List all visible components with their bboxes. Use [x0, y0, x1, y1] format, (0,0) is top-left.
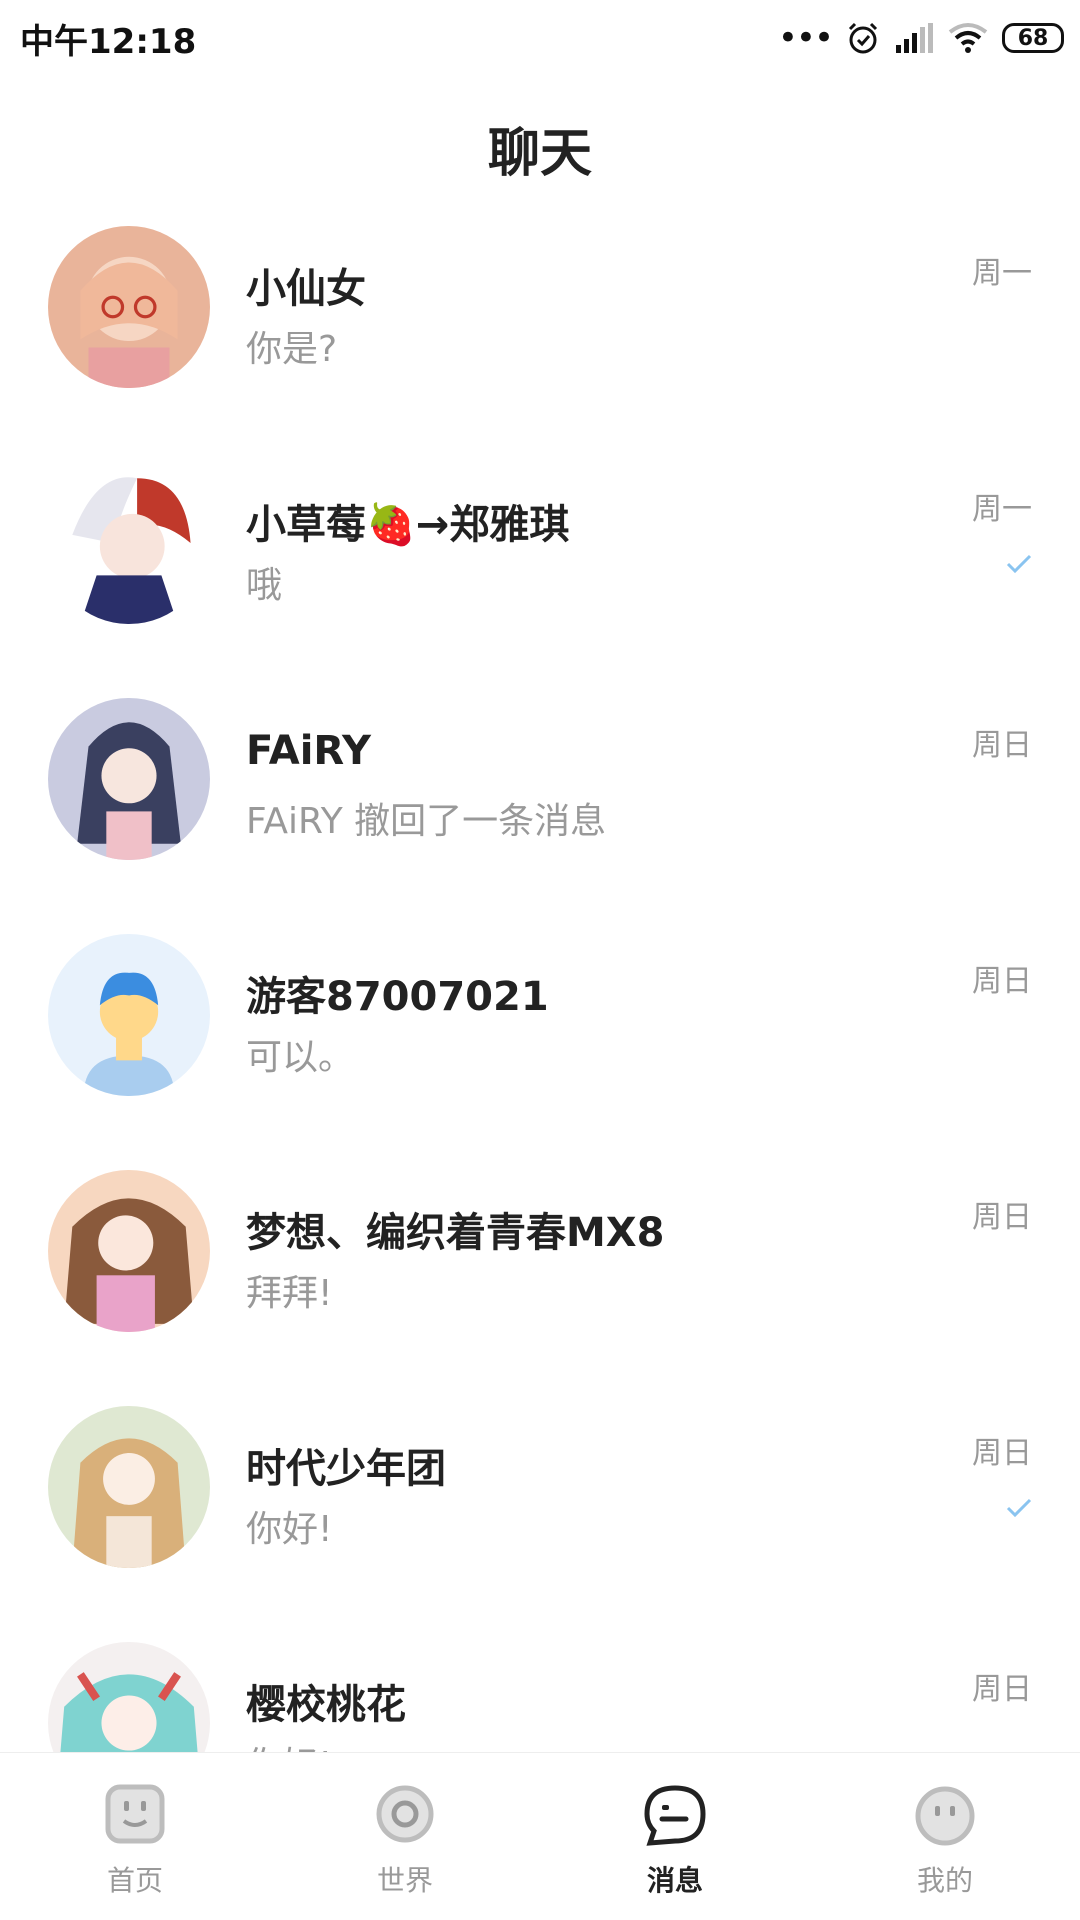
nav-home[interactable]: 首页: [0, 1753, 270, 1920]
chat-time: 周日: [972, 1672, 1032, 1707]
chat-time: 周一: [972, 492, 1032, 527]
avatar[interactable]: [48, 1642, 210, 1752]
battery-level: 68: [1017, 25, 1049, 51]
world-icon: [376, 1785, 434, 1843]
nav-label: 首页: [106, 1864, 163, 1897]
page-title: 聊天: [487, 123, 592, 184]
nav-label: 世界: [376, 1864, 433, 1897]
avatar[interactable]: [48, 1406, 210, 1568]
nav-profile[interactable]: 我的: [810, 1753, 1080, 1920]
chat-item[interactable]: 游客87007021 可以。 周日: [0, 920, 1080, 1156]
avatar[interactable]: [48, 698, 210, 860]
home-icon: [105, 1784, 165, 1844]
read-check-icon: [1006, 554, 1032, 574]
nav-label: 消息: [646, 1864, 703, 1897]
more-dots-icon: •••: [777, 18, 834, 58]
avatar[interactable]: [48, 934, 210, 1096]
chat-preview: 你好!: [246, 1509, 333, 1550]
chat-screen: 中午12:18 ••• 68 聊天 小仙女 你是? 周一 小草莓🍓→郑雅琪 哦 …: [0, 0, 1080, 1920]
chat-preview: 哦: [246, 565, 283, 606]
wifi-icon: [948, 23, 988, 53]
avatar[interactable]: [48, 1170, 210, 1332]
chat-time: 周日: [972, 728, 1032, 763]
chat-item[interactable]: 时代少年团 你好! 周日: [0, 1392, 1080, 1628]
chat-item[interactable]: 小草莓🍓→郑雅琪 哦 周一: [0, 448, 1080, 684]
battery-indicator: 68: [1002, 23, 1064, 53]
profile-icon: [915, 1786, 975, 1846]
alarm-icon: [848, 22, 878, 54]
nav-world[interactable]: 世界: [270, 1753, 540, 1920]
chat-time: 周日: [972, 964, 1032, 999]
status-time: 中午12:18: [20, 22, 197, 62]
message-icon: [644, 1785, 706, 1846]
chat-preview: 可以。: [246, 1037, 355, 1078]
avatar[interactable]: [48, 462, 210, 624]
chat-time: 周一: [972, 256, 1032, 291]
status-bar: 中午12:18 ••• 68: [0, 0, 1080, 76]
chat-preview: 拜拜!: [246, 1273, 333, 1314]
bottom-nav: 首页 世界 消息 我的: [0, 1752, 1080, 1920]
chat-preview: 你是?: [246, 329, 338, 370]
chat-name: FAiRY: [246, 728, 371, 774]
avatar[interactable]: [48, 226, 210, 388]
chat-name: 游客87007021: [246, 974, 549, 1020]
signal-icon: [896, 23, 933, 53]
chat-item[interactable]: 小仙女 你是? 周一: [0, 212, 1080, 448]
chat-time: 周日: [972, 1436, 1032, 1471]
chat-name: 梦想、编织着青春MX8: [246, 1210, 665, 1256]
nav-messages[interactable]: 消息: [540, 1753, 810, 1920]
header: 聊天: [0, 96, 1080, 200]
chat-name: 小仙女: [246, 266, 366, 312]
chat-name: 小草莓🍓→郑雅琪: [246, 502, 570, 548]
chat-list[interactable]: 小仙女 你是? 周一 小草莓🍓→郑雅琪 哦 周一 FAiRY FAiRY 撤回了…: [0, 212, 1080, 1752]
chat-name: 时代少年团: [246, 1446, 446, 1492]
read-check-icon: [1006, 1498, 1032, 1518]
chat-time: 周日: [972, 1200, 1032, 1235]
status-icons: ••• 68: [778, 16, 1064, 60]
chat-item[interactable]: FAiRY FAiRY 撤回了一条消息 周日: [0, 684, 1080, 920]
nav-label: 我的: [916, 1864, 973, 1897]
chat-item[interactable]: 樱校桃花 你好! 周日: [0, 1628, 1080, 1752]
chat-name: 樱校桃花: [246, 1682, 406, 1728]
chat-preview: 你好!: [246, 1736, 332, 1752]
chat-preview: FAiRY 撤回了一条消息: [246, 801, 607, 842]
chat-item[interactable]: 梦想、编织着青春MX8 拜拜! 周日: [0, 1156, 1080, 1392]
